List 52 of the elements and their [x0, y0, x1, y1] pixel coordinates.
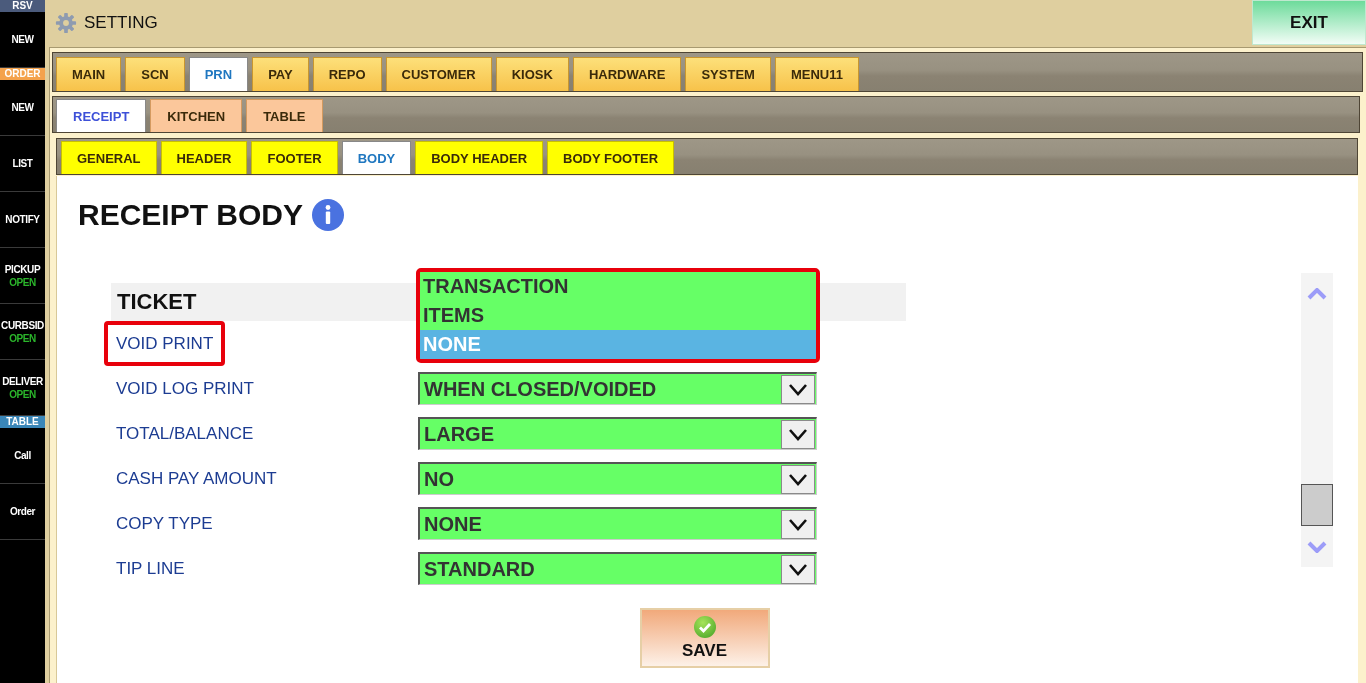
tab[interactable]: CUSTOMER: [385, 57, 492, 91]
tab[interactable]: KIOSK: [495, 57, 569, 91]
tab[interactable]: PRN: [188, 57, 249, 91]
dropdown[interactable]: WHEN CLOSED/VOIDED: [418, 372, 817, 405]
chevron-down-icon: [781, 419, 815, 449]
tab[interactable]: BODY HEADER: [415, 141, 544, 174]
status-text: OPEN: [9, 276, 36, 288]
dropdown[interactable]: NONE: [418, 507, 817, 540]
save-button[interactable]: SAVE: [639, 608, 770, 668]
dropdown[interactable]: NO: [418, 462, 817, 495]
tab[interactable]: RECEIPT: [56, 99, 147, 132]
tab[interactable]: HEADER: [160, 141, 248, 174]
tab[interactable]: MENU11: [774, 57, 859, 91]
status-text: OPEN: [9, 388, 36, 400]
field-label: VOID PRINT: [116, 333, 214, 354]
tab[interactable]: MAIN: [56, 57, 122, 91]
status-text: OPEN: [9, 332, 36, 344]
sidebar-section-label: ORDER: [0, 68, 45, 80]
tab[interactable]: BODY FOOTER: [547, 141, 675, 174]
check-icon: [693, 615, 716, 638]
chevron-down-icon: [781, 374, 815, 404]
scrollbar-thumb[interactable]: [1301, 484, 1333, 526]
dropdown[interactable]: LARGE: [418, 417, 817, 450]
tab[interactable]: GENERAL: [61, 141, 157, 174]
chevron-down-icon: [781, 554, 815, 584]
tab[interactable]: HARDWARE: [572, 57, 682, 91]
chevron-down-icon[interactable]: [1307, 541, 1327, 553]
field-label: VOID LOG PRINT: [116, 378, 254, 399]
tab[interactable]: BODY: [341, 141, 412, 174]
sidebar-section-label: RSV: [0, 0, 45, 12]
field-label: COPY TYPE: [116, 513, 213, 534]
page-title: RECEIPT BODY: [78, 197, 304, 233]
tab[interactable]: FOOTER: [251, 141, 338, 174]
sidebar-section-label: TABLE: [0, 416, 45, 428]
gear-icon: [55, 11, 77, 34]
exit-button[interactable]: EXIT: [1252, 0, 1366, 45]
window-title: SETTING: [84, 12, 158, 33]
field-label: TOTAL/BALANCE: [116, 423, 254, 444]
field-label: TIP LINE: [116, 558, 185, 579]
tab[interactable]: SCN: [125, 57, 185, 91]
tab[interactable]: TABLE: [246, 99, 323, 132]
tab[interactable]: KITCHEN: [150, 99, 243, 132]
tab[interactable]: SYSTEM: [685, 57, 771, 91]
chevron-down-icon: [781, 509, 815, 539]
tab[interactable]: REPO: [312, 57, 382, 91]
dropdown[interactable]: STANDARD: [418, 552, 817, 585]
field-label: CASH PAY AMOUNT: [116, 468, 277, 489]
chevron-up-icon[interactable]: [1307, 288, 1327, 300]
info-icon[interactable]: [312, 199, 345, 231]
chevron-down-icon: [781, 464, 815, 494]
tab[interactable]: PAY: [252, 57, 309, 91]
scrollbar[interactable]: [1301, 273, 1333, 567]
